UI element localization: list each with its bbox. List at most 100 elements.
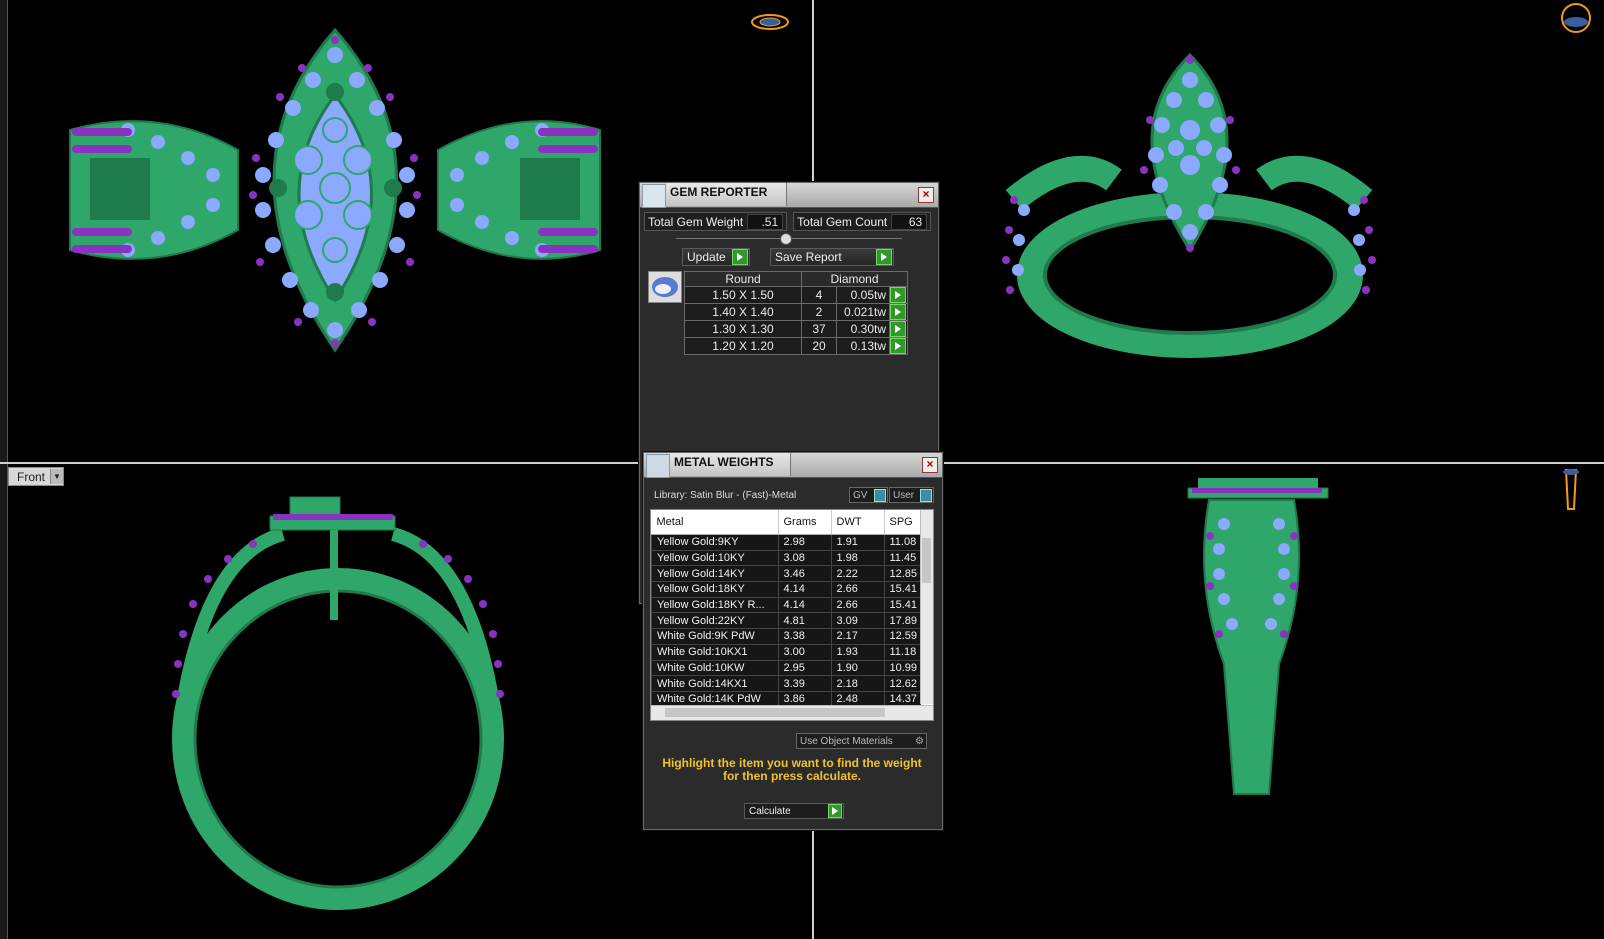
view-selector[interactable]: Front ▼ bbox=[8, 467, 64, 486]
info-icon bbox=[920, 488, 932, 502]
metal-spg: 10.99 bbox=[883, 659, 921, 677]
gem-table: Round Diamond 1.50 X 1.50 4 0.05tw 1.40 … bbox=[684, 271, 908, 355]
metal-row[interactable]: Yellow Gold:9KY 2.98 1.91 11.08 bbox=[651, 534, 921, 551]
metal-name: Yellow Gold:18KY bbox=[651, 581, 779, 598]
metal-row[interactable]: Yellow Gold:22KY 4.81 3.09 17.89 bbox=[651, 612, 921, 630]
gem-row[interactable]: 1.40 X 1.40 2 0.021tw bbox=[684, 303, 908, 321]
metal-row[interactable]: Yellow Gold:18KY R... 4.14 2.66 15.41 bbox=[651, 596, 921, 614]
gem-row-play-button[interactable] bbox=[889, 320, 908, 338]
metal-row[interactable]: White Gold:10KX1 3.00 1.93 11.18 bbox=[651, 643, 921, 661]
play-icon bbox=[890, 321, 906, 337]
gem-size: 1.20 X 1.20 bbox=[684, 337, 802, 355]
gem-count: 20 bbox=[801, 337, 837, 355]
metal-grams: 2.98 bbox=[777, 534, 832, 551]
chevron-down-icon[interactable]: ▼ bbox=[50, 469, 63, 484]
gem-count: 2 bbox=[801, 303, 837, 321]
total-gem-count-value: 63 bbox=[891, 213, 928, 230]
dwt-column-header[interactable]: DWT bbox=[831, 510, 885, 535]
user-toggle-label: User bbox=[893, 489, 915, 501]
metal-grams: 4.14 bbox=[777, 581, 832, 598]
gv-toggle-label: GV bbox=[853, 489, 868, 501]
metal-row[interactable]: Yellow Gold:18KY 4.14 2.66 15.41 bbox=[651, 581, 921, 598]
metal-spg: 17.89 bbox=[883, 612, 921, 630]
gem-row[interactable]: 1.30 X 1.30 37 0.30tw bbox=[684, 320, 908, 338]
metal-dwt: 2.66 bbox=[830, 596, 885, 614]
spg-column-header[interactable]: SPG bbox=[884, 510, 921, 535]
gem-count: 37 bbox=[801, 320, 837, 338]
metal-grams: 4.81 bbox=[777, 612, 832, 630]
use-object-materials-toggle[interactable]: Use Object Materials ⚙ bbox=[796, 733, 927, 749]
metal-dwt: 1.90 bbox=[830, 659, 885, 677]
gem-size: 1.40 X 1.40 bbox=[684, 303, 802, 321]
gem-weight: 0.021tw bbox=[836, 303, 890, 321]
metal-name: Yellow Gold:22KY bbox=[651, 612, 779, 630]
metal-spg: 12.59 bbox=[883, 628, 921, 645]
metal-name: White Gold:10KX1 bbox=[651, 643, 779, 661]
calculate-button-label: Calculate bbox=[749, 805, 791, 817]
metal-spg: 15.41 bbox=[883, 581, 921, 598]
metal-grams: 3.46 bbox=[777, 565, 832, 583]
metal-name: Yellow Gold:9KY bbox=[651, 534, 779, 551]
metal-name: Yellow Gold:10KY bbox=[651, 549, 779, 567]
gem-reporter-logo-icon bbox=[642, 184, 666, 208]
gem-weight: 0.30tw bbox=[836, 320, 890, 338]
gem-row-play-button[interactable] bbox=[889, 286, 908, 304]
metal-table: Metal Grams DWT SPG Yellow Gold:9KY 2.98 1… bbox=[651, 510, 921, 708]
gem-type-header: Diamond bbox=[801, 271, 908, 287]
metal-weights-titlebar[interactable]: METAL WEIGHTS × bbox=[644, 453, 942, 478]
metal-grams: 3.38 bbox=[777, 628, 832, 645]
save-report-button[interactable]: Save Report bbox=[770, 248, 894, 266]
view-selector-label: Front bbox=[17, 469, 46, 484]
metal-dwt: 2.18 bbox=[830, 675, 885, 692]
gv-toggle[interactable]: GV bbox=[849, 487, 888, 503]
metal-row[interactable]: Yellow Gold:10KY 3.08 1.98 11.45 bbox=[651, 549, 921, 567]
user-toggle[interactable]: User bbox=[889, 487, 934, 503]
metal-row[interactable]: White Gold:14KX1 3.39 2.18 12.62 bbox=[651, 675, 921, 692]
grams-column-header[interactable]: Grams bbox=[778, 510, 832, 535]
metal-row[interactable]: Yellow Gold:14KY 3.46 2.22 12.85 bbox=[651, 565, 921, 583]
gem-row-play-button[interactable] bbox=[889, 303, 908, 321]
calculate-hint: Highlight the item you want to find the … bbox=[662, 756, 922, 783]
metal-name: White Gold:9K PdW bbox=[651, 628, 779, 645]
scrollbar-thumb[interactable] bbox=[922, 538, 931, 583]
vertical-scrollbar[interactable] bbox=[920, 510, 933, 704]
gear-icon: ⚙ bbox=[915, 735, 924, 747]
metal-row[interactable]: White Gold:10KW 2.95 1.90 10.99 bbox=[651, 659, 921, 677]
metal-name: Yellow Gold:18KY R... bbox=[651, 596, 779, 614]
play-icon bbox=[828, 804, 842, 818]
metal-dwt: 2.17 bbox=[830, 628, 885, 645]
metal-dwt: 1.93 bbox=[830, 643, 885, 661]
collapse-arrow-icon[interactable] bbox=[780, 233, 792, 245]
gem-row-play-button[interactable] bbox=[889, 337, 908, 355]
library-label: Library: Satin Blur - (Fast)-Metal bbox=[654, 490, 797, 501]
scrollbar-thumb[interactable] bbox=[665, 708, 885, 717]
metal-grams: 4.14 bbox=[777, 596, 832, 614]
update-button[interactable]: Update bbox=[682, 248, 750, 266]
use-object-materials-label: Use Object Materials bbox=[800, 735, 893, 747]
metal-dwt: 1.98 bbox=[830, 549, 885, 567]
metal-table-container[interactable]: Metal Grams DWT SPG Yellow Gold:9KY 2.98 1… bbox=[650, 509, 934, 721]
metal-row[interactable]: White Gold:9K PdW 3.38 2.17 12.59 bbox=[651, 628, 921, 645]
metal-column-header[interactable]: Metal bbox=[651, 510, 779, 535]
close-icon[interactable]: × bbox=[922, 457, 938, 473]
gem-row[interactable]: 1.50 X 1.50 4 0.05tw bbox=[684, 286, 908, 304]
total-gem-weight: Total Gem Weight .51 bbox=[644, 212, 788, 231]
horizontal-scrollbar[interactable] bbox=[651, 705, 933, 720]
metal-grams: 3.39 bbox=[777, 675, 832, 692]
metal-spg: 12.85 bbox=[883, 565, 921, 583]
total-gem-count-label: Total Gem Count bbox=[797, 214, 888, 229]
calculate-button[interactable]: Calculate bbox=[744, 803, 844, 819]
close-icon[interactable]: × bbox=[918, 187, 934, 203]
metal-grams: 3.00 bbox=[777, 643, 832, 661]
total-gem-count: Total Gem Count 63 bbox=[793, 212, 932, 231]
metal-spg: 11.18 bbox=[883, 643, 921, 661]
metal-spg: 11.45 bbox=[883, 549, 921, 567]
save-report-button-label: Save Report bbox=[775, 250, 842, 264]
gem-reporter-titlebar[interactable]: GEM REPORTER × bbox=[640, 183, 938, 208]
gem-row[interactable]: 1.20 X 1.20 20 0.13tw bbox=[684, 337, 908, 355]
round-diamond-icon[interactable] bbox=[648, 271, 682, 303]
play-icon bbox=[732, 249, 748, 265]
gem-weight: 0.05tw bbox=[836, 286, 890, 304]
gem-size: 1.30 X 1.30 bbox=[684, 320, 802, 338]
metal-spg: 12.62 bbox=[883, 675, 921, 692]
